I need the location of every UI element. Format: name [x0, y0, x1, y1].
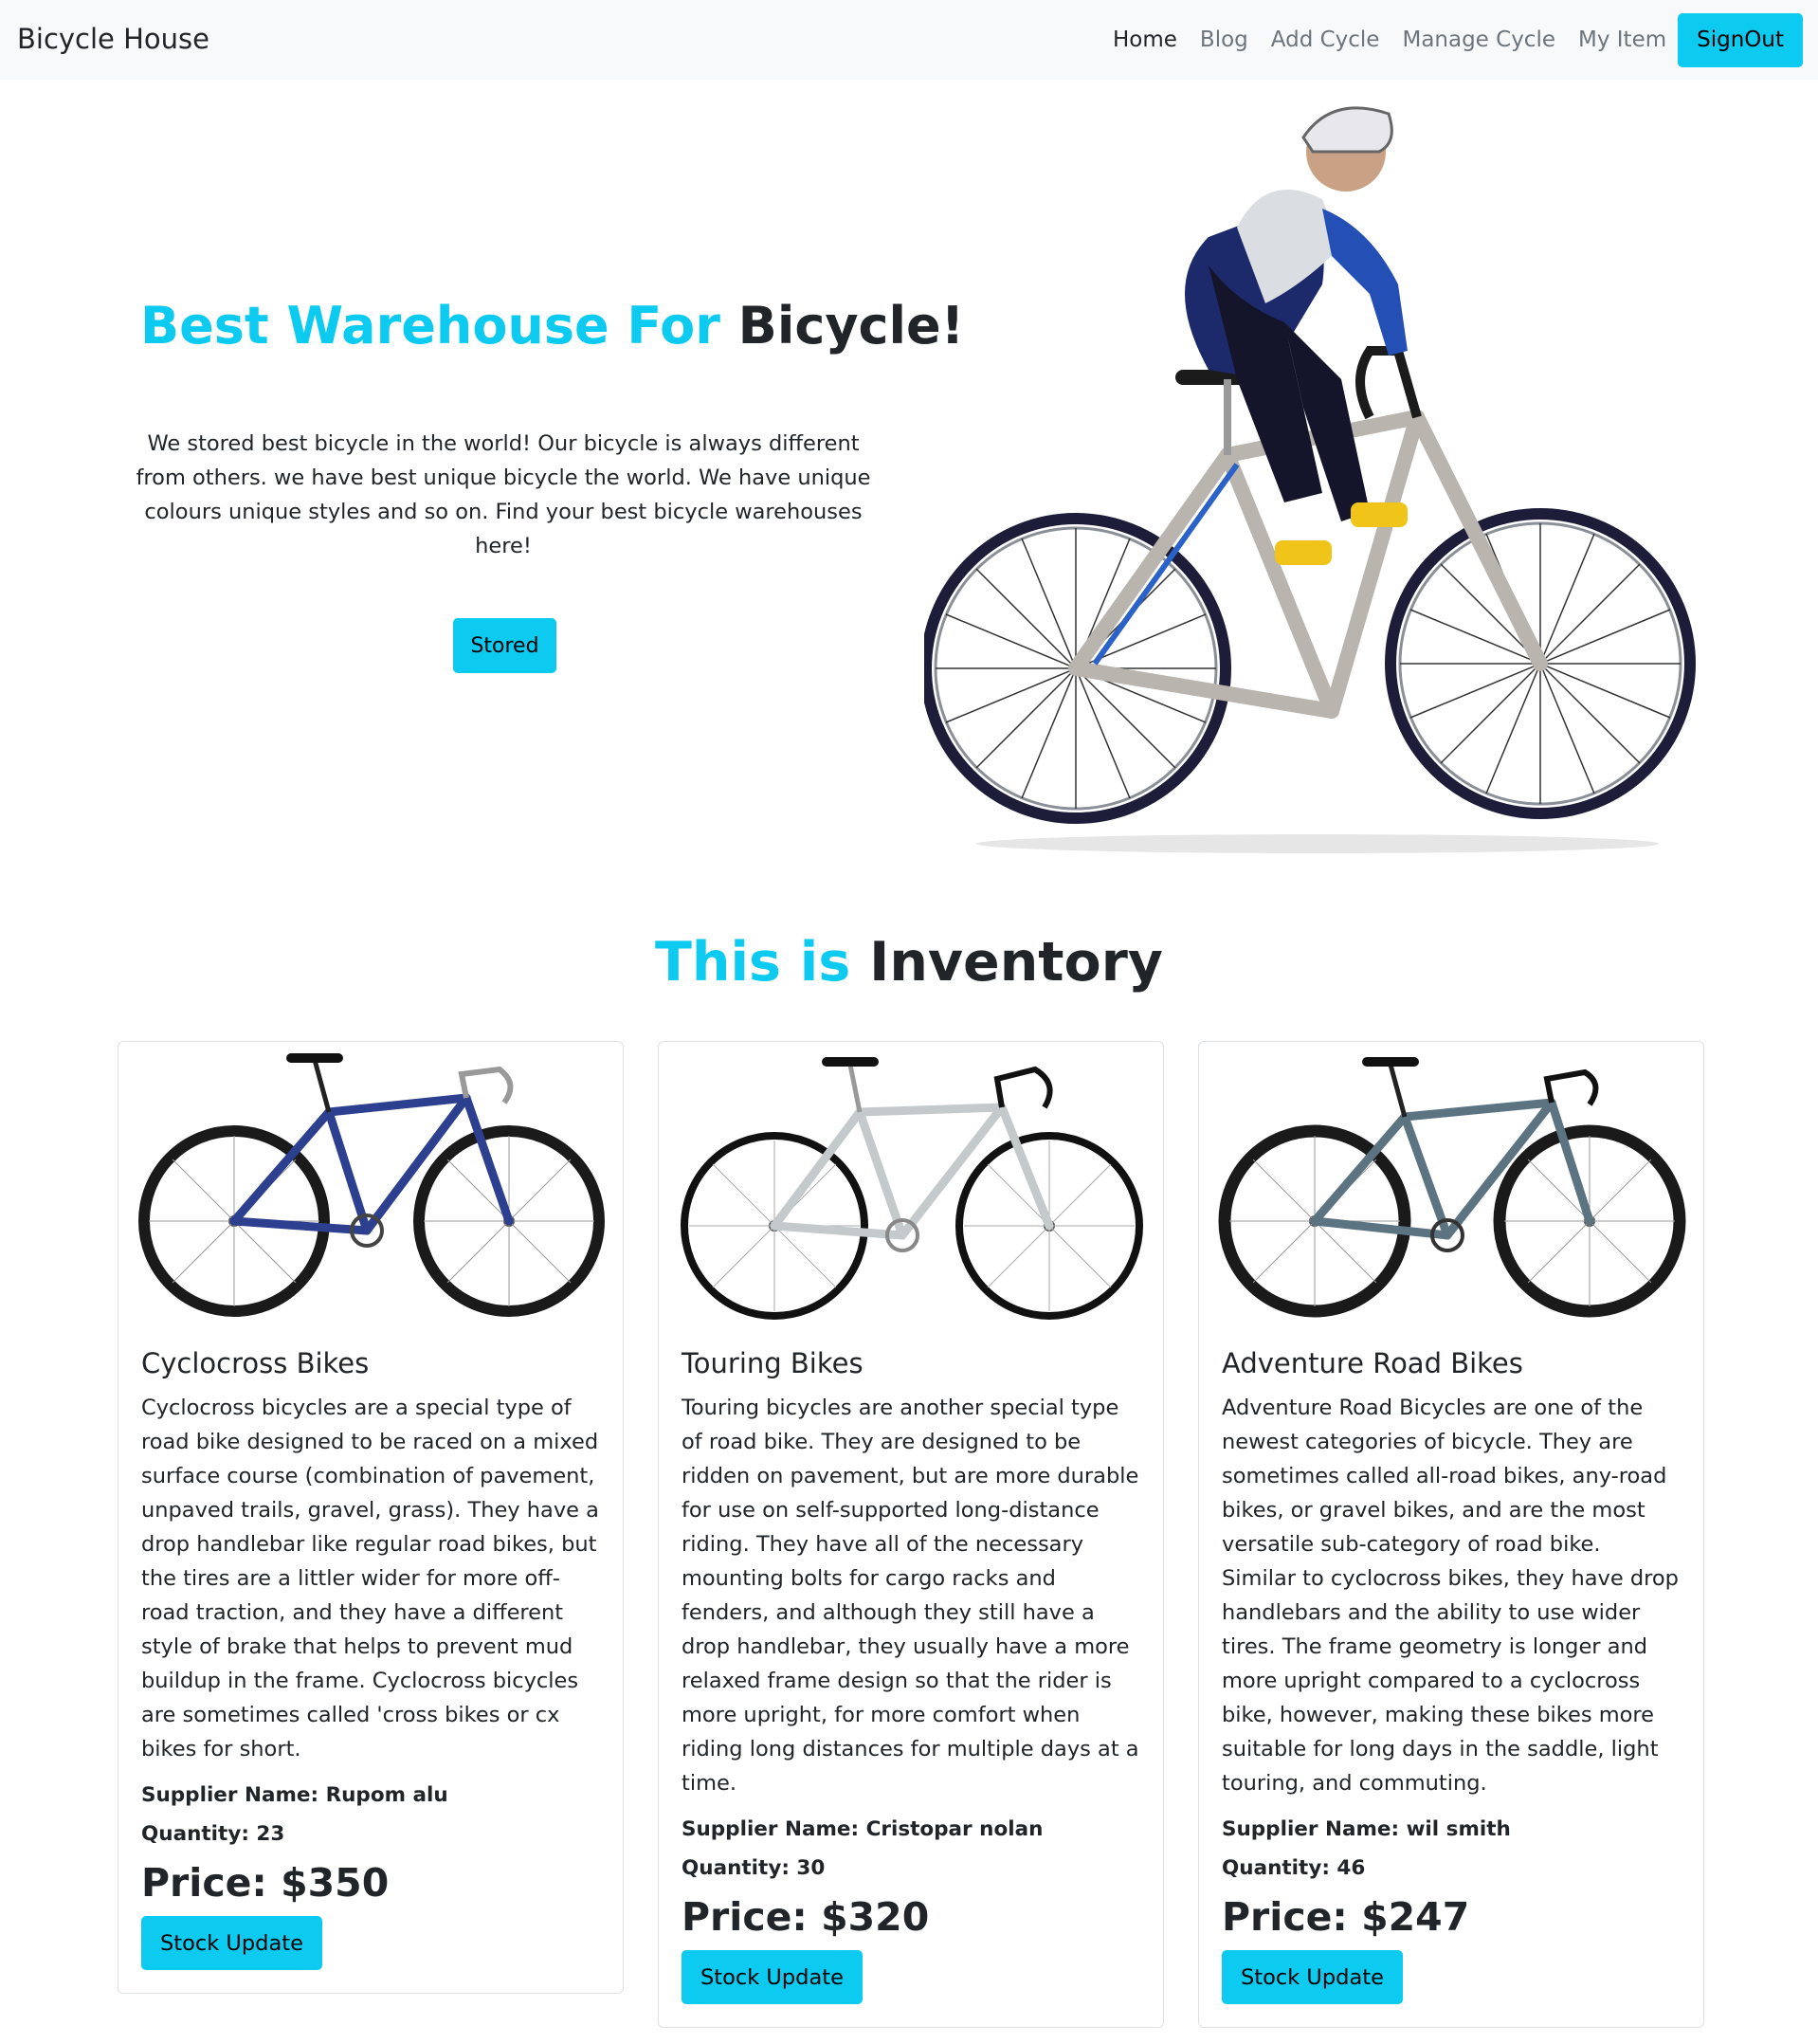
navbar: Bicycle House Home Blog Add Cycle Manage…: [0, 0, 1818, 80]
quantity: Quantity: 23: [141, 1822, 285, 1846]
signout-button[interactable]: SignOut: [1678, 12, 1803, 67]
card-title: Adventure Road Bikes: [1222, 1347, 1523, 1379]
inventory-card-adventure-road: Adventure Road Bikes Adventure Road Bicy…: [1198, 1041, 1704, 2028]
adventure-road-bike-image: [1218, 1057, 1686, 1318]
quantity: Quantity: 30: [682, 1856, 826, 1880]
price: Price: $320: [682, 1894, 930, 1940]
price: Price: $350: [141, 1860, 390, 1906]
nav-blog[interactable]: Blog: [1189, 11, 1260, 68]
stock-update-button[interactable]: Stock Update: [1222, 1950, 1403, 2004]
card-description: Adventure Road Bicycles are one of the n…: [1222, 1396, 1679, 1796]
touring-bike-image: [681, 1057, 1143, 1320]
hero-description: We stored best bicycle in the world! Our…: [136, 431, 871, 558]
hero-title-accent: Best Warehouse For: [140, 296, 738, 356]
nav-add-cycle[interactable]: Add Cycle: [1260, 11, 1391, 68]
card-body: Adventure Road Bikes Adventure Road Bicy…: [1199, 1347, 1703, 2027]
cyclist-image: [924, 106, 1696, 853]
supplier-name: Supplier Name: wil smith: [1222, 1817, 1511, 1841]
adventure-frame: [1310, 1098, 1594, 1240]
stock-update-button[interactable]: Stock Update: [141, 1916, 322, 1970]
stored-button[interactable]: Stored: [453, 618, 556, 673]
hero-title: Best Warehouse For Bicycle!: [140, 296, 964, 356]
inventory-title-strong: Inventory: [869, 931, 1163, 994]
inventory-card-cyclocross: Cyclocross Bikes Cyclocross bicycles are…: [118, 1041, 624, 1994]
cyclocross-frame: [229, 1093, 514, 1235]
brand-logo[interactable]: Bicycle House: [17, 23, 209, 55]
stock-update-button[interactable]: Stock Update: [682, 1950, 863, 2004]
card-description: Touring bicycles are another special typ…: [682, 1396, 1139, 1796]
supplier-name: Supplier Name: Rupom alu: [141, 1783, 448, 1807]
card-description: Cyclocross bicycles are a special type o…: [141, 1396, 599, 1761]
nav-manage-cycle[interactable]: Manage Cycle: [1391, 11, 1567, 68]
inventory-title: This is Inventory: [0, 931, 1818, 994]
card-title: Touring Bikes: [682, 1347, 864, 1379]
touring-frame: [770, 1103, 1054, 1240]
inventory-card-touring: Touring Bikes Touring bicycles are anoth…: [658, 1041, 1164, 2028]
card-body: Touring Bikes Touring bicycles are anoth…: [659, 1347, 1163, 2027]
inventory-title-accent: This is: [655, 931, 870, 994]
price: Price: $247: [1222, 1894, 1470, 1940]
cyclocross-bike-image: [138, 1053, 605, 1317]
nav-links: Home Blog Add Cycle Manage Cycle My Item…: [1101, 11, 1803, 68]
card-title: Cyclocross Bikes: [141, 1347, 370, 1379]
card-body: Cyclocross Bikes Cyclocross bicycles are…: [118, 1347, 623, 1993]
nav-my-item[interactable]: My Item: [1567, 11, 1678, 68]
supplier-name: Supplier Name: Cristopar nolan: [682, 1817, 1044, 1841]
nav-home[interactable]: Home: [1101, 11, 1189, 68]
quantity: Quantity: 46: [1222, 1856, 1366, 1880]
